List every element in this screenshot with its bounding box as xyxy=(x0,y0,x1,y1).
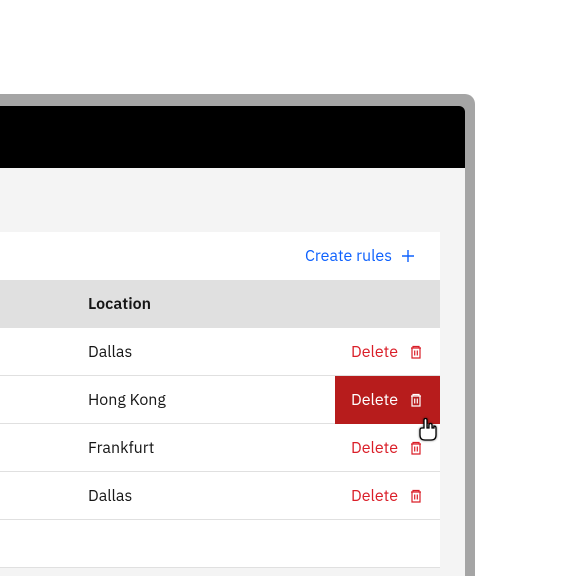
location-cell: Hong Kong xyxy=(0,390,335,410)
trash-icon xyxy=(408,392,424,408)
delete-button[interactable]: Delete xyxy=(335,472,440,520)
delete-label: Delete xyxy=(351,438,398,458)
location-cell: Dallas xyxy=(0,486,335,506)
plus-icon xyxy=(400,248,416,264)
rules-table: Create rules Location Dallas Delete xyxy=(0,232,440,568)
location-cell: Dallas xyxy=(0,342,335,362)
content-panel: Create rules Location Dallas Delete xyxy=(0,168,465,576)
location-header: Location xyxy=(88,294,151,314)
delete-label: Delete xyxy=(351,390,398,410)
create-rules-label: Create rules xyxy=(305,246,392,266)
table-header-row: Location xyxy=(0,280,440,328)
table-row: Dallas Delete xyxy=(0,328,440,376)
title-bar xyxy=(0,106,465,168)
delete-button[interactable]: Delete xyxy=(335,328,440,376)
table-toolbar: Create rules xyxy=(0,232,440,280)
delete-button[interactable]: Delete xyxy=(335,424,440,472)
trash-icon xyxy=(408,440,424,456)
table-row: Dallas Delete xyxy=(0,472,440,520)
delete-label: Delete xyxy=(351,342,398,362)
trash-icon xyxy=(408,488,424,504)
delete-button[interactable]: Delete xyxy=(335,376,440,424)
create-rules-button[interactable]: Create rules xyxy=(297,238,424,274)
trash-icon xyxy=(408,344,424,360)
table-row: Hong Kong Delete xyxy=(0,376,440,424)
table-row: Frankfurt Delete xyxy=(0,424,440,472)
table-row xyxy=(0,520,440,568)
delete-label: Delete xyxy=(351,486,398,506)
location-cell: Frankfurt xyxy=(0,438,335,458)
